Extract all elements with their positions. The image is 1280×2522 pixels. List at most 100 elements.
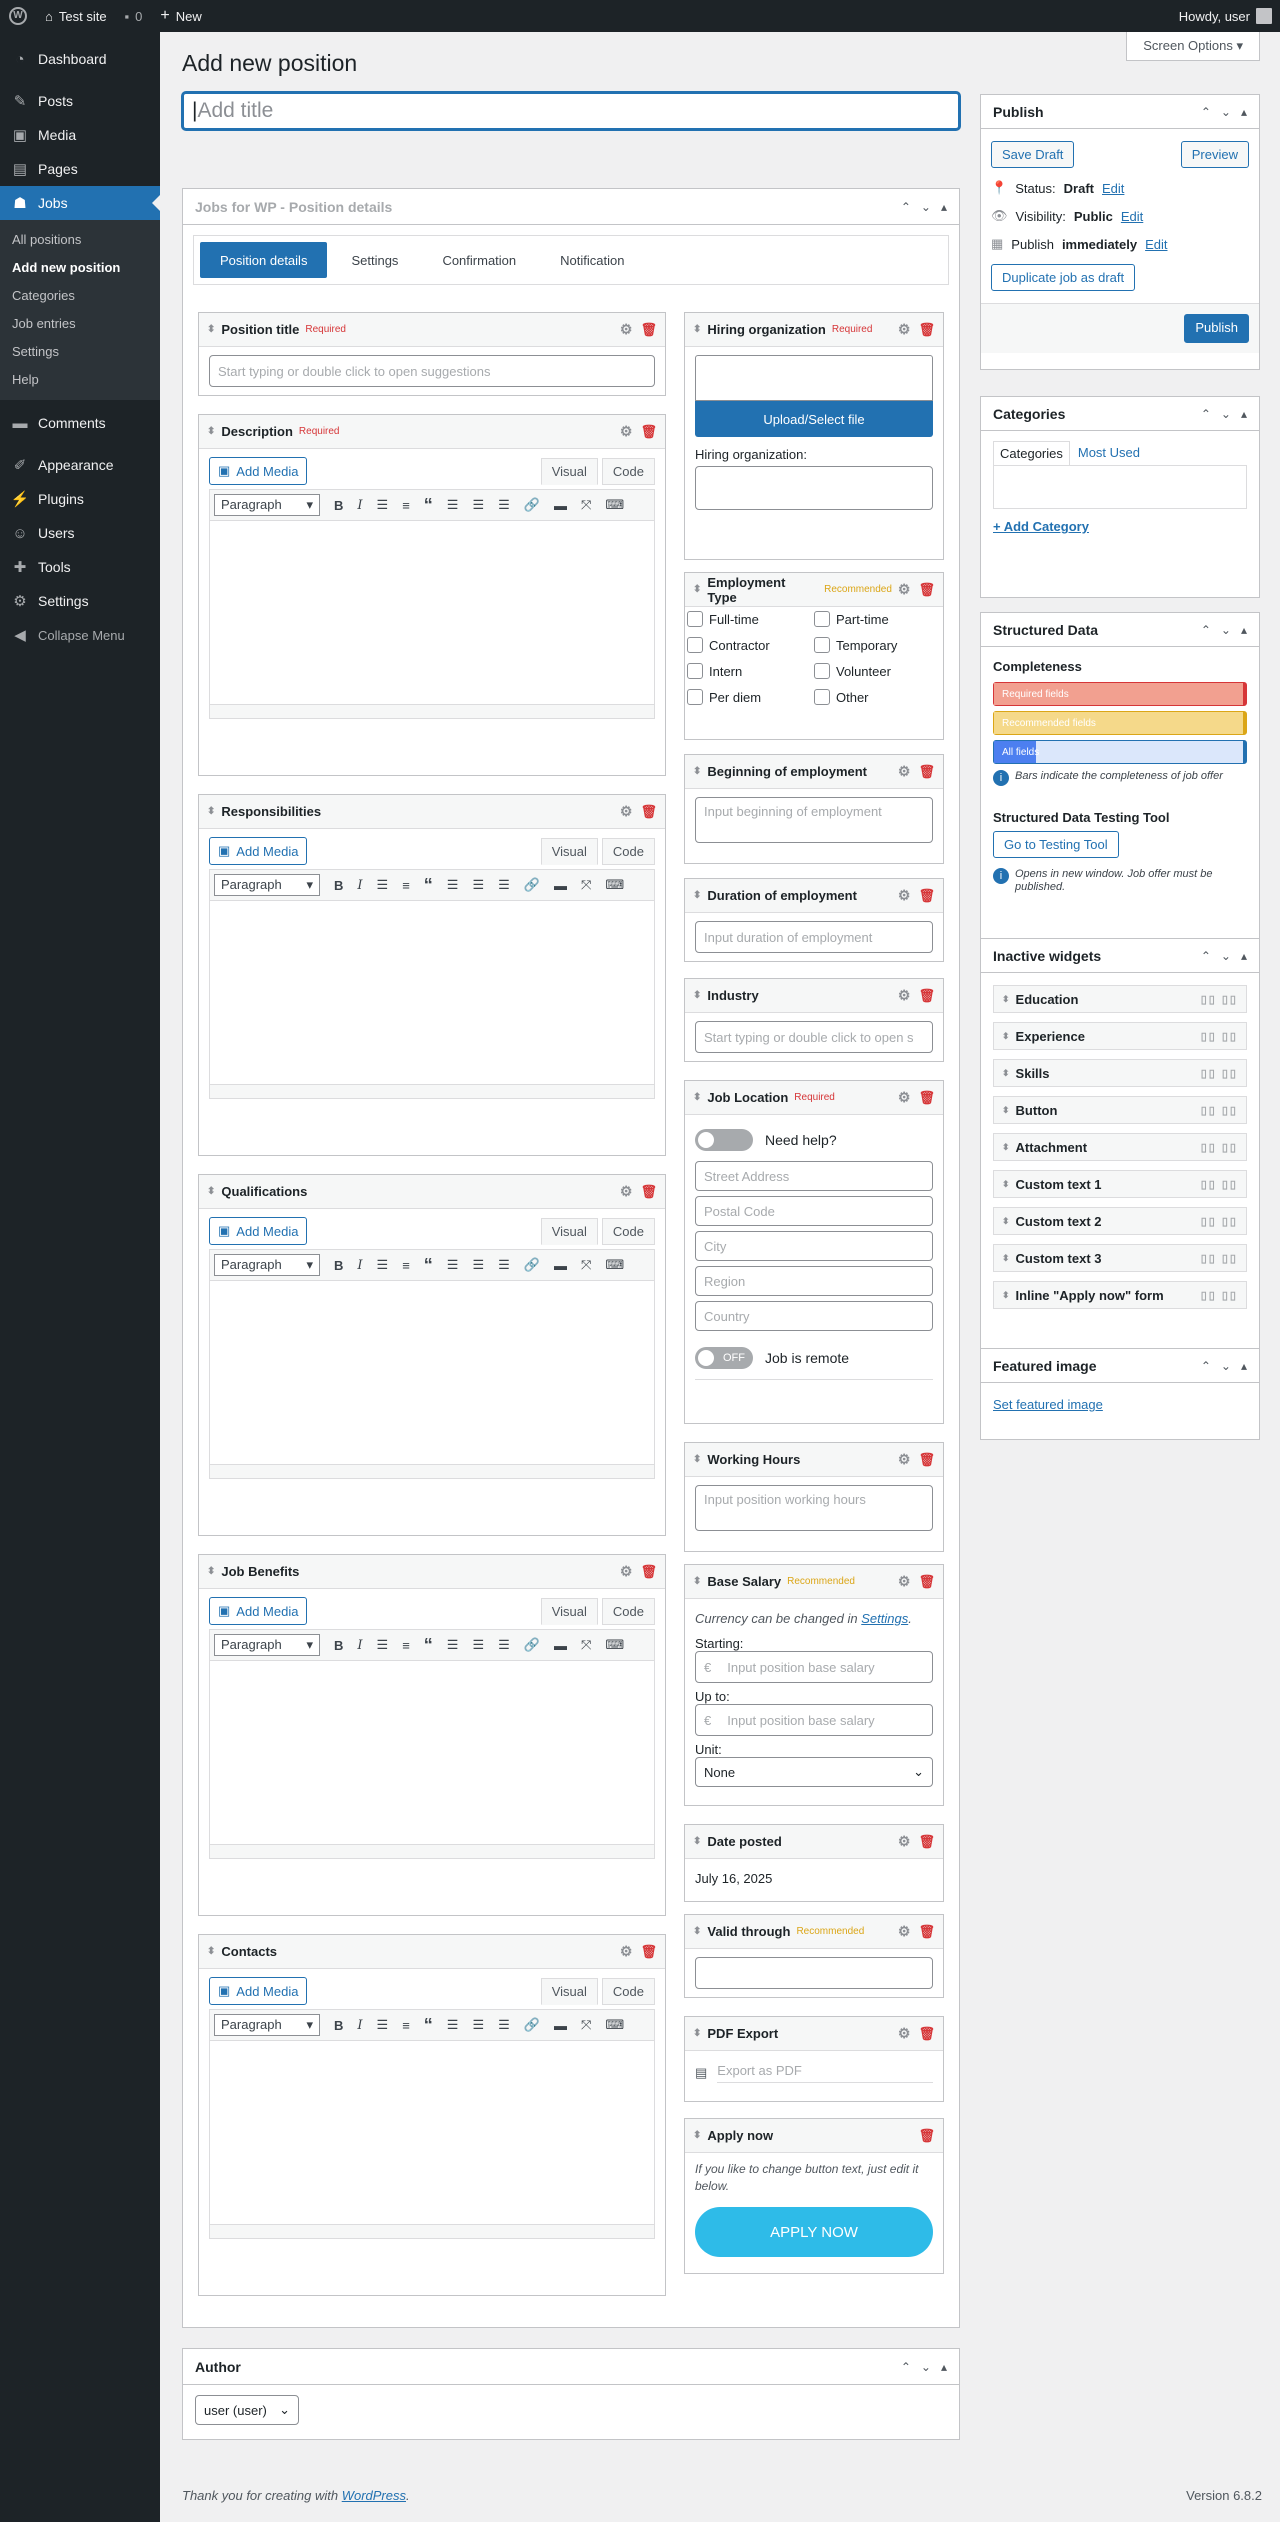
toggle-panel-icon[interactable]: ▴ <box>1241 1359 1247 1373</box>
edit-publish-date-link[interactable]: Edit <box>1145 237 1167 252</box>
italic-icon[interactable]: I <box>357 878 362 893</box>
blockquote-icon[interactable]: “ <box>424 1635 433 1656</box>
submenu-categories[interactable]: Categories <box>0 282 160 310</box>
trash-icon[interactable]: 🗑 <box>918 888 935 904</box>
align-center-icon[interactable]: ☰ <box>472 1637 484 1653</box>
collapse-menu-button[interactable]: ◀ Collapse Menu <box>0 618 160 652</box>
tab-settings[interactable]: Settings <box>331 242 418 278</box>
align-right-icon[interactable]: ☰ <box>498 1257 510 1273</box>
need-help-toggle[interactable] <box>695 1129 753 1151</box>
checkbox-per-diem[interactable]: Per diem <box>687 689 814 705</box>
drag-handle-icon[interactable]: ⬍ <box>1002 1142 1010 1153</box>
add-media-button[interactable]: ▣ Add Media <box>209 1597 308 1625</box>
blockquote-icon[interactable]: “ <box>424 495 433 516</box>
toggle-panel-icon[interactable]: ▴ <box>1241 105 1247 119</box>
gear-icon[interactable]: ⚙ <box>898 987 911 1004</box>
menu-posts[interactable]: ✎ Posts <box>0 84 160 118</box>
gear-icon[interactable]: ⚙ <box>898 763 911 780</box>
save-draft-button[interactable]: Save Draft <box>991 141 1075 168</box>
city-input[interactable]: City <box>695 1231 933 1261</box>
move-down-icon[interactable]: ⌄ <box>1221 1359 1231 1373</box>
drag-handle-icon[interactable]: ⬍ <box>1002 1068 1010 1079</box>
bold-icon[interactable]: B <box>334 2018 343 2033</box>
visual-tab[interactable]: Visual <box>540 1978 598 2005</box>
trash-icon[interactable]: 🗑 <box>640 1944 657 1960</box>
tab-confirmation[interactable]: Confirmation <box>422 242 536 278</box>
salary-unit-select[interactable]: None ⌄ <box>695 1757 933 1787</box>
paragraph-format-select[interactable]: Paragraph ▾ <box>214 1254 320 1276</box>
align-left-icon[interactable]: ☰ <box>447 877 459 893</box>
working-hours-input[interactable]: Input position working hours <box>695 1485 933 1531</box>
trash-icon[interactable]: 🗑 <box>640 804 657 820</box>
move-down-icon[interactable]: ⌄ <box>921 200 931 214</box>
gear-icon[interactable]: ⚙ <box>898 321 911 338</box>
visual-tab[interactable]: Visual <box>540 1218 598 1245</box>
toggle-panel-icon[interactable]: ▴ <box>1241 623 1247 637</box>
column-toggle-icon[interactable]: ▯▯ ▯▯ <box>1201 1104 1238 1117</box>
fullscreen-icon[interactable]: ⤧ <box>581 877 591 893</box>
drag-handle-icon[interactable]: ⬍ <box>693 584 701 595</box>
editor-resize-bar[interactable] <box>209 1845 655 1859</box>
paragraph-format-select[interactable]: Paragraph ▾ <box>214 874 320 896</box>
inactive-widget-item[interactable]: ⬍ Button ▯▯ ▯▯ <box>993 1096 1247 1124</box>
checkbox-temporary[interactable]: Temporary <box>814 637 941 653</box>
wordpress-link[interactable]: WordPress <box>342 2488 406 2503</box>
toggle-panel-icon[interactable]: ▴ <box>941 2360 947 2374</box>
menu-settings[interactable]: ⚙ Settings <box>0 584 160 618</box>
preview-button[interactable]: Preview <box>1180 141 1249 168</box>
export-as-pdf-input[interactable]: Export as PDF <box>717 2063 933 2083</box>
drag-handle-icon[interactable]: ⬍ <box>693 1926 701 1937</box>
country-input[interactable]: Country <box>695 1301 933 1331</box>
link-icon[interactable]: 🔗 <box>524 877 540 893</box>
read-more-icon[interactable]: ▬ <box>554 498 567 513</box>
drag-handle-icon[interactable]: ⬍ <box>207 324 215 335</box>
checkbox-other[interactable]: Other <box>814 689 941 705</box>
bold-icon[interactable]: B <box>334 498 343 513</box>
trash-icon[interactable]: 🗑 <box>918 1452 935 1468</box>
move-down-icon[interactable]: ⌄ <box>921 2360 931 2374</box>
blockquote-icon[interactable]: “ <box>424 2015 433 2036</box>
move-up-icon[interactable]: ⌃ <box>1201 105 1211 119</box>
paragraph-format-select[interactable]: Paragraph ▾ <box>214 2014 320 2036</box>
publish-button[interactable]: Publish <box>1184 314 1249 343</box>
align-left-icon[interactable]: ☰ <box>447 497 459 513</box>
fullscreen-icon[interactable]: ⤧ <box>581 1257 591 1273</box>
move-up-icon[interactable]: ⌃ <box>901 2360 911 2374</box>
drag-handle-icon[interactable]: ⬍ <box>1002 1179 1010 1190</box>
salary-settings-link[interactable]: Settings <box>861 1611 908 1626</box>
drag-handle-icon[interactable]: ⬍ <box>693 1092 701 1103</box>
move-down-icon[interactable]: ⌄ <box>1221 949 1231 963</box>
toggle-panel-icon[interactable]: ▴ <box>941 200 947 214</box>
bold-icon[interactable]: B <box>334 1258 343 1273</box>
tab-notification[interactable]: Notification <box>540 242 644 278</box>
column-toggle-icon[interactable]: ▯▯ ▯▯ <box>1201 1067 1238 1080</box>
editor-resize-bar[interactable] <box>209 1465 655 1479</box>
screen-options-button[interactable]: Screen Options ▾ <box>1126 32 1260 61</box>
drag-handle-icon[interactable]: ⬍ <box>1002 1216 1010 1227</box>
edit-visibility-link[interactable]: Edit <box>1121 209 1143 224</box>
gear-icon[interactable]: ⚙ <box>620 1943 633 1960</box>
align-center-icon[interactable]: ☰ <box>472 497 484 513</box>
link-icon[interactable]: 🔗 <box>524 497 540 513</box>
menu-dashboard[interactable]: ◔ Dashboard <box>0 42 160 76</box>
move-up-icon[interactable]: ⌃ <box>1201 1359 1211 1373</box>
comments-link[interactable]: ▪ 0 <box>116 0 152 32</box>
checkbox-full-time[interactable]: Full-time <box>687 611 814 627</box>
menu-plugins[interactable]: ⚡ Plugins <box>0 482 160 516</box>
editor-resize-bar[interactable] <box>209 2225 655 2239</box>
menu-jobs[interactable]: ☗ Jobs <box>0 186 160 220</box>
read-more-icon[interactable]: ▬ <box>554 2018 567 2033</box>
code-tab[interactable]: Code <box>601 1218 655 1245</box>
submenu-add-new-position[interactable]: Add new position <box>0 254 160 282</box>
post-title-input[interactable]: | Add title <box>182 92 960 130</box>
gear-icon[interactable]: ⚙ <box>898 1923 911 1940</box>
trash-icon[interactable]: 🗑 <box>918 582 935 598</box>
bullet-list-icon[interactable]: ☰ <box>377 2017 389 2033</box>
code-tab[interactable]: Code <box>601 1598 655 1625</box>
link-icon[interactable]: 🔗 <box>524 2017 540 2033</box>
trash-icon[interactable]: 🗑 <box>918 764 935 780</box>
numbered-list-icon[interactable]: ≡ <box>402 498 410 513</box>
menu-pages[interactable]: ▤ Pages <box>0 152 160 186</box>
submenu-settings[interactable]: Settings <box>0 338 160 366</box>
tab-position-details[interactable]: Position details <box>200 242 328 278</box>
